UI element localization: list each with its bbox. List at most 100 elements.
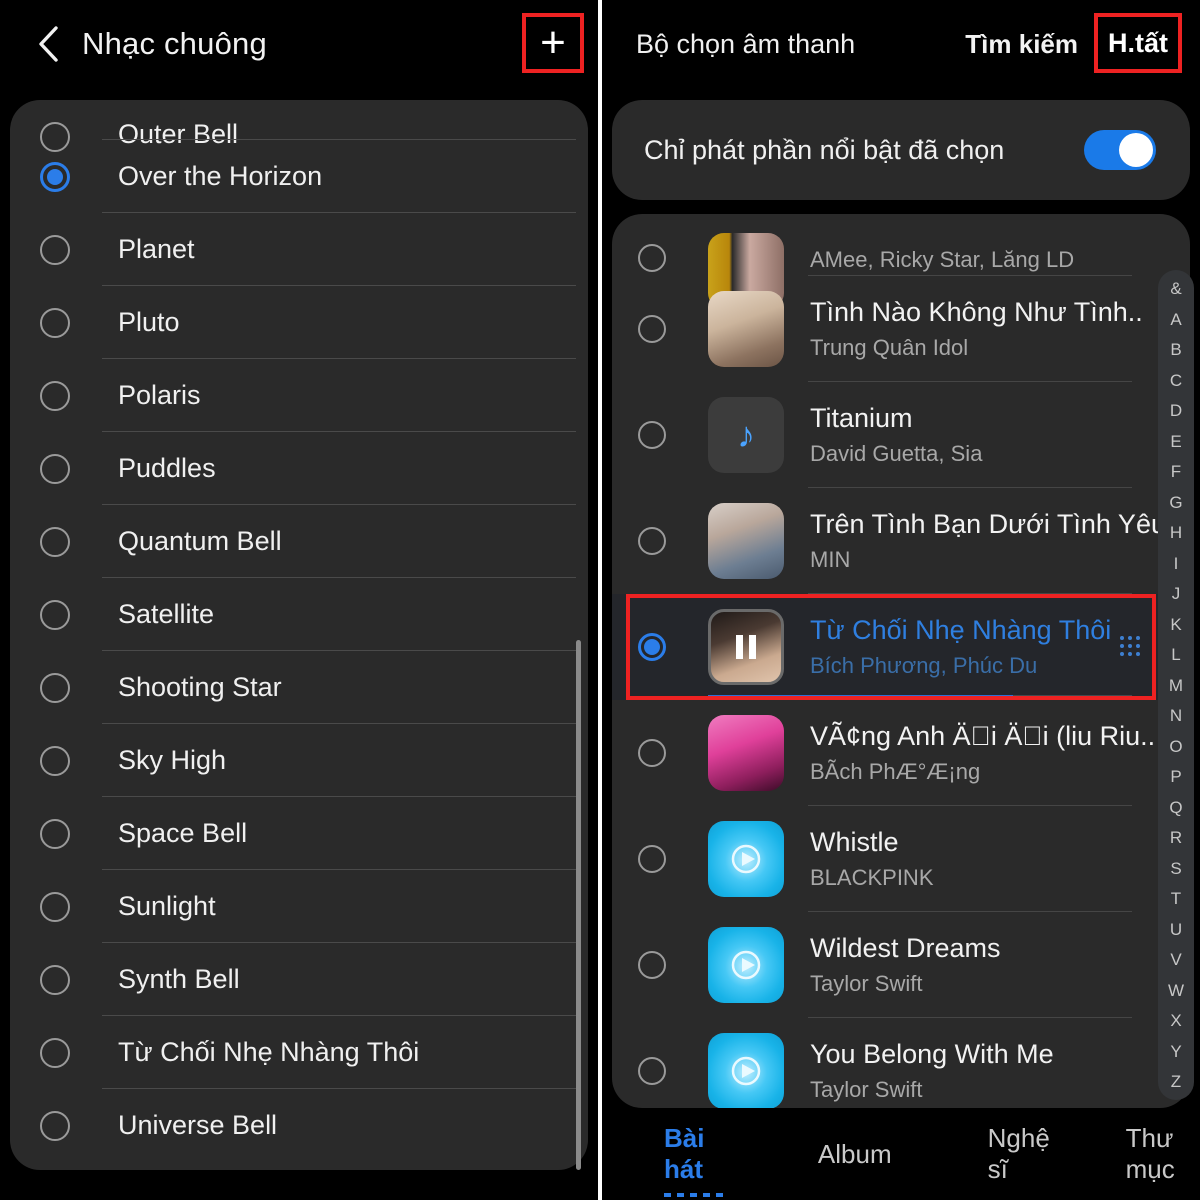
- ringtone-row[interactable]: Polaris: [10, 359, 588, 432]
- ringtone-row[interactable]: Sky High: [10, 724, 588, 797]
- radio-unselected-icon[interactable]: [40, 599, 70, 630]
- radio-selected-icon[interactable]: [40, 161, 70, 192]
- alpha-index-letter[interactable]: F: [1171, 463, 1181, 480]
- album-art: ♪: [708, 397, 784, 473]
- tab-4[interactable]: Thư mục: [1126, 1123, 1200, 1185]
- radio-unselected-icon[interactable]: [40, 891, 70, 922]
- tab-3[interactable]: Nghệ sĩ: [988, 1123, 1052, 1185]
- alpha-index-letter[interactable]: Y: [1170, 1043, 1181, 1060]
- ringtone-row[interactable]: Space Bell: [10, 797, 588, 870]
- highlight-only-row[interactable]: Chỉ phát phần nổi bật đã chọn: [612, 100, 1190, 200]
- screenshot-root: Nhạc chuông + Outer Bell Over the Horizon…: [0, 0, 1200, 1200]
- ringtone-list[interactable]: Outer Bell Over the Horizon Planet Pluto Pol…: [10, 100, 588, 1170]
- tab-1[interactable]: Bài hát: [664, 1123, 726, 1197]
- song-row[interactable]: Tình Nào Không Như Tình.. Trung Quân Idol: [612, 276, 1190, 382]
- ringtone-row[interactable]: Universe Bell: [10, 1089, 588, 1162]
- radio-unselected-icon[interactable]: [40, 1110, 70, 1141]
- ringtone-label: Sky High: [118, 745, 227, 775]
- radio-unselected-icon[interactable]: [40, 745, 70, 776]
- song-row[interactable]: You Belong With Me Taylor Swift: [612, 1018, 1190, 1108]
- radio-unselected-icon[interactable]: [638, 421, 666, 449]
- alpha-index-letter[interactable]: N: [1170, 707, 1182, 724]
- bottom-tab-bar[interactable]: Bài hát Album Nghệ sĩ Thư mục: [602, 1108, 1200, 1200]
- song-text: Titanium David Guetta, Sia: [810, 403, 1190, 467]
- ringtone-row[interactable]: Từ Chối Nhẹ Nhàng Thôi: [10, 1016, 588, 1089]
- alpha-index-letter[interactable]: &: [1170, 280, 1181, 297]
- ringtone-row[interactable]: Over the Horizon: [10, 140, 588, 213]
- radio-selected-icon[interactable]: [638, 633, 666, 661]
- done-button[interactable]: H.tất: [1094, 13, 1182, 73]
- alpha-index-letter[interactable]: I: [1174, 555, 1179, 572]
- alpha-index-letter[interactable]: P: [1170, 768, 1181, 785]
- song-row-selected[interactable]: Từ Chối Nhẹ Nhàng Thôi Bích Phương, Phúc …: [612, 594, 1190, 700]
- radio-unselected-icon[interactable]: [40, 526, 70, 557]
- radio-unselected-icon[interactable]: [40, 672, 70, 703]
- ringtone-row[interactable]: Shooting Star: [10, 651, 588, 724]
- alpha-index-letter[interactable]: V: [1170, 951, 1181, 968]
- radio-unselected-icon[interactable]: [638, 951, 666, 979]
- alpha-index-letter[interactable]: O: [1169, 738, 1182, 755]
- alpha-index-letter[interactable]: C: [1170, 372, 1182, 389]
- song-row[interactable]: Trên Tình Bạn Dưới Tình Yêu MIN: [612, 488, 1190, 594]
- tab-2[interactable]: Album: [818, 1139, 892, 1170]
- alpha-index-letter[interactable]: J: [1172, 585, 1181, 602]
- radio-unselected-icon[interactable]: [638, 845, 666, 873]
- done-button-label: H.tất: [1108, 27, 1168, 58]
- radio-unselected-icon[interactable]: [40, 1037, 70, 1068]
- back-button[interactable]: [22, 24, 76, 64]
- alpha-index-letter[interactable]: M: [1169, 677, 1183, 694]
- ringtone-row[interactable]: Sunlight: [10, 870, 588, 943]
- song-row[interactable]: Whistle BLACKPINK: [612, 806, 1190, 912]
- song-row[interactable]: VÃ¢ng Anh Ä i Ä i (liu Riu.. BÃ­ch PhÆ°Æ¡…: [612, 700, 1190, 806]
- alpha-index-letter[interactable]: T: [1171, 890, 1181, 907]
- radio-unselected-icon[interactable]: [40, 234, 70, 265]
- alpha-index-letter[interactable]: X: [1170, 1012, 1181, 1029]
- alpha-index-letter[interactable]: G: [1169, 494, 1182, 511]
- song-row[interactable]: Wildest Dreams Taylor Swift: [612, 912, 1190, 1018]
- alpha-index-letter[interactable]: L: [1171, 646, 1180, 663]
- ringtone-row[interactable]: Planet: [10, 213, 588, 286]
- alpha-index-letter[interactable]: W: [1168, 982, 1184, 999]
- radio-unselected-icon[interactable]: [638, 315, 666, 343]
- alpha-index-letter[interactable]: D: [1170, 402, 1182, 419]
- ringtone-row[interactable]: Quantum Bell: [10, 505, 588, 578]
- song-row[interactable]: ♪ Titanium David Guetta, Sia: [612, 382, 1190, 488]
- radio-unselected-icon[interactable]: [40, 307, 70, 338]
- toggle-knob: [1119, 133, 1153, 167]
- alpha-index-letter[interactable]: U: [1170, 921, 1182, 938]
- song-row[interactable]: AMee, Ricky Star, Lăng LD: [612, 214, 1190, 309]
- left-scrollbar-thumb[interactable]: [576, 640, 581, 1170]
- ringtone-picker-panel: Nhạc chuông + Outer Bell Over the Horizon…: [0, 0, 598, 1200]
- drag-handle-icon[interactable]: [1120, 636, 1142, 658]
- radio-unselected-icon[interactable]: [638, 244, 666, 272]
- radio-unselected-icon[interactable]: [40, 818, 70, 849]
- alpha-index-letter[interactable]: H: [1170, 524, 1182, 541]
- ringtone-row[interactable]: Synth Bell: [10, 943, 588, 1016]
- ringtone-row[interactable]: Puddles: [10, 432, 588, 505]
- ringtone-row[interactable]: Outer Bell: [10, 100, 588, 152]
- radio-unselected-icon[interactable]: [40, 380, 70, 411]
- ringtone-row[interactable]: Satellite: [10, 578, 588, 651]
- sound-picker-header: Bộ chọn âm thanh Tìm kiếm H.tất: [602, 0, 1200, 88]
- alphabet-index-scrollbar[interactable]: & A B C D E F G H I J K L M N O P Q R S T U V W X Y Z: [1158, 270, 1194, 1100]
- alpha-index-letter[interactable]: R: [1170, 829, 1182, 846]
- highlight-only-toggle[interactable]: [1084, 130, 1156, 170]
- radio-unselected-icon[interactable]: [40, 453, 70, 484]
- alpha-index-letter[interactable]: A: [1170, 311, 1181, 328]
- song-list[interactable]: AMee, Ricky Star, Lăng LD Tình Nào Không …: [612, 214, 1190, 1108]
- alpha-index-letter[interactable]: E: [1170, 433, 1181, 450]
- radio-unselected-icon[interactable]: [638, 739, 666, 767]
- alpha-index-letter[interactable]: S: [1170, 860, 1181, 877]
- alpha-index-letter[interactable]: Q: [1169, 799, 1182, 816]
- radio-unselected-icon[interactable]: [638, 527, 666, 555]
- search-button[interactable]: Tìm kiếm: [965, 29, 1078, 60]
- add-ringtone-button[interactable]: +: [522, 13, 584, 73]
- alpha-index-letter[interactable]: Z: [1171, 1073, 1181, 1090]
- ringtone-label: Satellite: [118, 599, 215, 629]
- song-text: Wildest Dreams Taylor Swift: [810, 933, 1190, 997]
- ringtone-row[interactable]: Pluto: [10, 286, 588, 359]
- alpha-index-letter[interactable]: K: [1170, 616, 1181, 633]
- radio-unselected-icon[interactable]: [40, 964, 70, 995]
- radio-unselected-icon[interactable]: [638, 1057, 666, 1085]
- alpha-index-letter[interactable]: B: [1170, 341, 1181, 358]
